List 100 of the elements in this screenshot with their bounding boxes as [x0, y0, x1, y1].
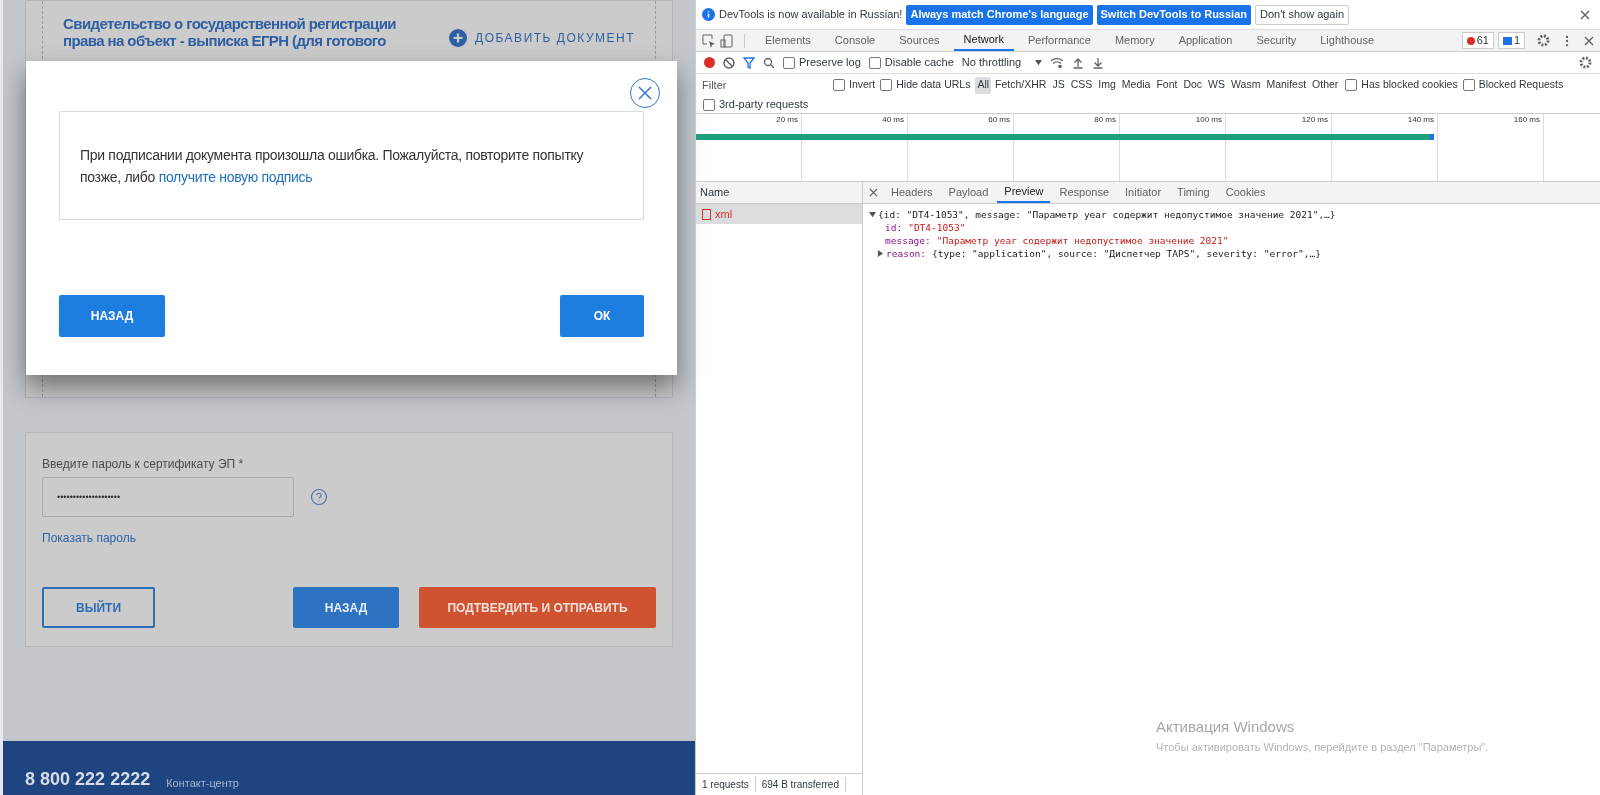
clear-icon [723, 56, 735, 69]
resource-type-filter[interactable]: Fetch/XHR [993, 76, 1049, 94]
dialog-button[interactable]: НАЗАД [59, 295, 165, 337]
timeline-tick: 60 ms [988, 114, 1010, 126]
error-message: При подписании документа произошла ошибка. Пожалуйста, повторите попытку позже, либо получите новую подпись [80, 145, 585, 187]
message-icon [1502, 36, 1512, 45]
name-column-header: Name [700, 185, 730, 201]
checkbox[interactable] [703, 98, 715, 111]
timeline-tick: 40 ms [882, 114, 904, 126]
caret-icon[interactable] [1035, 59, 1043, 66]
inspect-icon [702, 33, 716, 48]
upload-icon [1072, 56, 1085, 69]
infobar-button[interactable]: Don't show again [1255, 4, 1350, 25]
property-value: "Параметр year содержит недопустимое значение 2021" [936, 234, 1229, 247]
filter-field[interactable]: Filter [700, 76, 828, 94]
checkbox-label: Preserve log [799, 55, 861, 71]
timeline-tick: 140 ms [1407, 114, 1434, 126]
resource-type-filter[interactable]: All [975, 76, 992, 94]
resource-type-filter[interactable]: Manifest [1264, 76, 1309, 94]
property-value: {type: "application", source: "Диспетчер TAPS", severity: "error",…} [932, 247, 1321, 260]
devtools-tab[interactable]: Elements [755, 30, 821, 51]
download-icon [1092, 56, 1105, 69]
filter-icon [743, 56, 755, 69]
help-icon[interactable] [310, 488, 329, 506]
timeline-tick: 80 ms [1094, 114, 1116, 126]
detail-tab[interactable]: Preview [997, 182, 1051, 203]
phone-number: 8 800 222 2222 [25, 768, 151, 791]
close-icon[interactable] [1580, 9, 1590, 20]
info-icon [702, 8, 715, 21]
resource-type-filter[interactable]: Font [1154, 76, 1180, 94]
request-row[interactable]: xml [696, 204, 862, 224]
devtools-tab[interactable]: Lighthouse [1310, 30, 1385, 51]
devtools-tab[interactable]: Network [953, 30, 1014, 51]
activation-text: Чтобы активировать Windows, перейдите в раздел "Параметры". [1156, 739, 1489, 755]
resource-type-filter[interactable]: Media [1119, 76, 1153, 94]
new-signature-link[interactable]: получите новую подпись [158, 168, 313, 185]
checkbox-label: 3rd-party requests [719, 97, 809, 113]
preview-summary: {id: "DT4-1053", message: "Параметр year содержит недопустимое значение 2021",…} [878, 208, 1336, 221]
detail-tab[interactable]: Cookies [1218, 182, 1273, 203]
close-icon[interactable] [869, 188, 878, 197]
message-count-badge[interactable]: 1 [1497, 32, 1525, 49]
resource-type-filter[interactable]: JS [1050, 76, 1067, 94]
form-button[interactable]: ПОДТВЕРДИТЬ И ОТПРАВИТЬ [419, 587, 656, 628]
devtools-tab[interactable]: Sources [889, 30, 950, 51]
document-title: Свидетельство о государственной регистрации права на объект - выписка ЕГРН (для готового [63, 15, 397, 49]
detail-tab[interactable]: Response [1052, 182, 1116, 203]
resource-type-filter[interactable]: WS [1206, 76, 1228, 94]
record-icon [704, 57, 715, 68]
devtools-tab[interactable]: Performance [1017, 30, 1101, 51]
checkbox[interactable] [833, 79, 845, 91]
throttling-dropdown[interactable]: No throttling [961, 54, 1043, 71]
contact-center-label: Контакт-центр [166, 775, 239, 791]
error-icon [1466, 36, 1475, 45]
checkbox-label: Has blocked cookies [1361, 77, 1458, 93]
checkbox-label: Blocked Requests [1478, 77, 1564, 93]
form-button[interactable]: ВЫЙТИ [42, 587, 156, 628]
detail-tab[interactable]: Headers [884, 182, 940, 203]
search-icon [763, 56, 775, 69]
add-document-button[interactable]: ДОБАВИТЬ ДОКУМЕНТ [449, 29, 635, 47]
form-button[interactable]: НАЗАД [293, 587, 399, 628]
checkbox[interactable] [1462, 79, 1475, 91]
error-count-badge[interactable]: 61 [1461, 32, 1494, 49]
close-icon [638, 86, 652, 100]
close-icon[interactable] [1584, 35, 1594, 46]
checkbox[interactable] [783, 56, 795, 69]
property-key: id: [885, 221, 903, 234]
devtools-tab[interactable]: Console [824, 30, 886, 51]
checkbox[interactable] [880, 79, 893, 91]
property-value: "DT4-1053" [908, 221, 966, 234]
timeline-tick: 20 ms [776, 114, 798, 126]
timeline-tick: 120 ms [1301, 114, 1328, 126]
timeline-tick: 160 ms [1513, 114, 1540, 126]
wifi-settings-icon [1050, 56, 1065, 69]
status-text: 1 requests [696, 777, 756, 792]
password-label: Введите пароль к сертификату ЭП * [42, 456, 245, 473]
resource-type-filter[interactable]: Doc [1181, 76, 1205, 94]
status-text: 694 B transferred [755, 777, 846, 792]
document-icon [702, 208, 711, 220]
infobar-button[interactable]: Switch DevTools to Russian [1096, 4, 1251, 25]
devtools-tab[interactable]: Security [1246, 30, 1307, 51]
detail-tab[interactable]: Timing [1170, 182, 1217, 203]
expand-caret-icon[interactable] [869, 211, 876, 218]
password-field[interactable]: •••••••••••••••••••• [42, 477, 295, 517]
infobar-text: DevTools is now available in Russian! [719, 7, 903, 23]
devtools-tab[interactable]: Memory [1104, 30, 1165, 51]
dialog-button[interactable]: ОК [560, 295, 644, 337]
resource-type-filter[interactable]: Wasm [1229, 76, 1263, 94]
checkbox[interactable] [1345, 79, 1358, 91]
resource-type-filter[interactable]: CSS [1068, 76, 1095, 94]
device-toggle-icon [720, 33, 734, 48]
resource-type-filter[interactable]: Img [1096, 76, 1118, 94]
infobar-button[interactable]: Always match Chrome's language [906, 4, 1093, 25]
show-password-link[interactable]: Показать пароль [42, 529, 136, 547]
checkbox[interactable] [868, 56, 881, 69]
expand-caret-icon[interactable] [877, 250, 884, 257]
checkbox-label: Disable cache [884, 55, 954, 71]
devtools-tab[interactable]: Application [1168, 30, 1243, 51]
resource-type-filter[interactable]: Other [1310, 76, 1341, 94]
detail-tab[interactable]: Initiator [1118, 182, 1169, 203]
detail-tab[interactable]: Payload [941, 182, 996, 203]
